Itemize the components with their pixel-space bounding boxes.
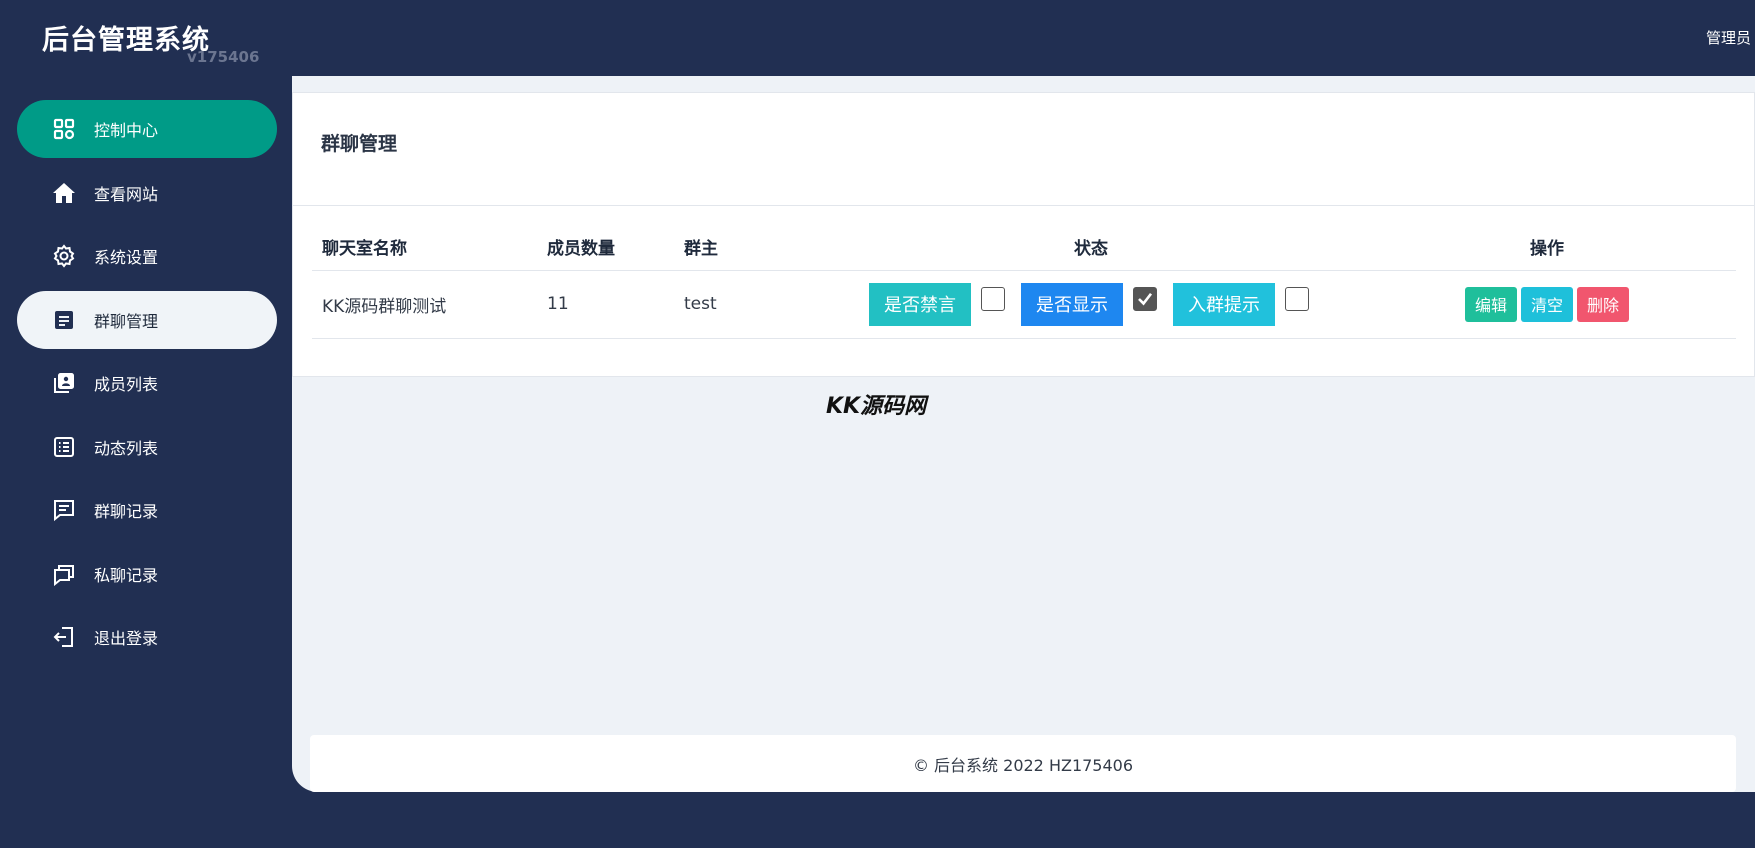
brand-version: v175406 <box>187 48 260 66</box>
sidebar-item-label: 成员列表 <box>94 375 159 394</box>
group-chat-card: 群聊管理 聊天室名称 成员数量 群主 状态 操作 KK源码群聊测试 11 tes… <box>292 92 1755 377</box>
sidebar-item-group-chat-records[interactable]: 群聊记录 <box>17 481 277 539</box>
cell-actions: 编辑 清空 删除 <box>1358 270 1736 339</box>
page-title: 群聊管理 <box>321 133 398 155</box>
list-card-icon <box>52 308 76 332</box>
main-content: 群聊管理 聊天室名称 成员数量 群主 状态 操作 KK源码群聊测试 11 tes… <box>292 76 1755 792</box>
col-status: 状态 <box>824 223 1358 271</box>
sidebar-item-label: 群聊管理 <box>94 311 159 331</box>
logout-icon <box>52 625 76 649</box>
cell-owner: test <box>674 270 824 339</box>
sidebar-item-members[interactable]: 成员列表 <box>17 354 277 412</box>
table-row: KK源码群聊测试 11 test 是否禁言 是否显示 入群提示 编辑 清空 删除 <box>312 270 1736 339</box>
sidebar-item-view-site[interactable]: 查看网站 <box>17 164 277 222</box>
list-icon <box>52 435 76 459</box>
sidebar-item-posts[interactable]: 动态列表 <box>17 418 277 476</box>
message-icon <box>52 498 76 522</box>
delete-button[interactable]: 删除 <box>1577 286 1630 322</box>
sidebar-item-label: 私聊记录 <box>94 565 159 585</box>
home-icon <box>52 181 76 205</box>
card-header: 群聊管理 <box>293 93 1754 206</box>
cell-name: KK源码群聊测试 <box>312 270 537 339</box>
gear-icon <box>52 244 76 268</box>
brand: 后台管理系统 v175406 <box>42 18 272 68</box>
show-checkbox[interactable] <box>1133 287 1157 311</box>
join-notice-checkbox[interactable] <box>1285 287 1309 311</box>
group-chat-table: 聊天室名称 成员数量 群主 状态 操作 KK源码群聊测试 11 test 是否禁… <box>312 223 1736 339</box>
watermark-text: KK源码网 <box>826 394 927 419</box>
sidebar-item-label: 查看网站 <box>94 184 159 204</box>
clear-button[interactable]: 清空 <box>1520 286 1573 322</box>
sidebar-item-label: 退出登录 <box>94 629 159 648</box>
col-members: 成员数量 <box>537 223 674 271</box>
chat-icon <box>52 562 76 586</box>
sidebar-item-label: 动态列表 <box>94 438 159 458</box>
cell-status: 是否禁言 是否显示 入群提示 <box>824 270 1358 339</box>
mute-checkbox[interactable] <box>981 287 1005 311</box>
sidebar-item-group-chat-management[interactable]: 群聊管理 <box>17 290 277 349</box>
col-actions: 操作 <box>1358 223 1736 271</box>
grid-icon <box>52 117 76 141</box>
sidebar-item-private-chat-records[interactable]: 私聊记录 <box>17 545 277 603</box>
sidebar-item-label: 控制中心 <box>94 121 159 140</box>
footer: © 后台系统 2022 HZ175406 <box>310 735 1736 792</box>
mute-button[interactable]: 是否禁言 <box>869 282 971 326</box>
col-name: 聊天室名称 <box>312 223 537 271</box>
sidebar-item-settings[interactable]: 系统设置 <box>17 227 277 285</box>
checkmark-icon <box>1138 292 1153 306</box>
col-owner: 群主 <box>674 223 824 271</box>
show-button[interactable]: 是否显示 <box>1021 282 1123 326</box>
table-header-row: 聊天室名称 成员数量 群主 状态 操作 <box>312 223 1736 271</box>
join-notice-button[interactable]: 入群提示 <box>1173 282 1275 326</box>
sidebar-item-label: 系统设置 <box>94 248 159 267</box>
sidebar-nav: 控制中心 查看网站 系统设置 群聊管理 成员列表 动态列表 群聊记录 私聊记录 … <box>17 100 277 672</box>
sidebar-item-label: 群聊记录 <box>94 502 159 521</box>
contacts-icon <box>52 371 76 395</box>
edit-button[interactable]: 编辑 <box>1464 286 1517 322</box>
cell-members: 11 <box>537 270 674 339</box>
sidebar-item-dashboard[interactable]: 控制中心 <box>17 100 277 158</box>
user-menu[interactable]: 管理员 <box>1706 27 1751 48</box>
sidebar-item-logout[interactable]: 退出登录 <box>17 608 277 666</box>
